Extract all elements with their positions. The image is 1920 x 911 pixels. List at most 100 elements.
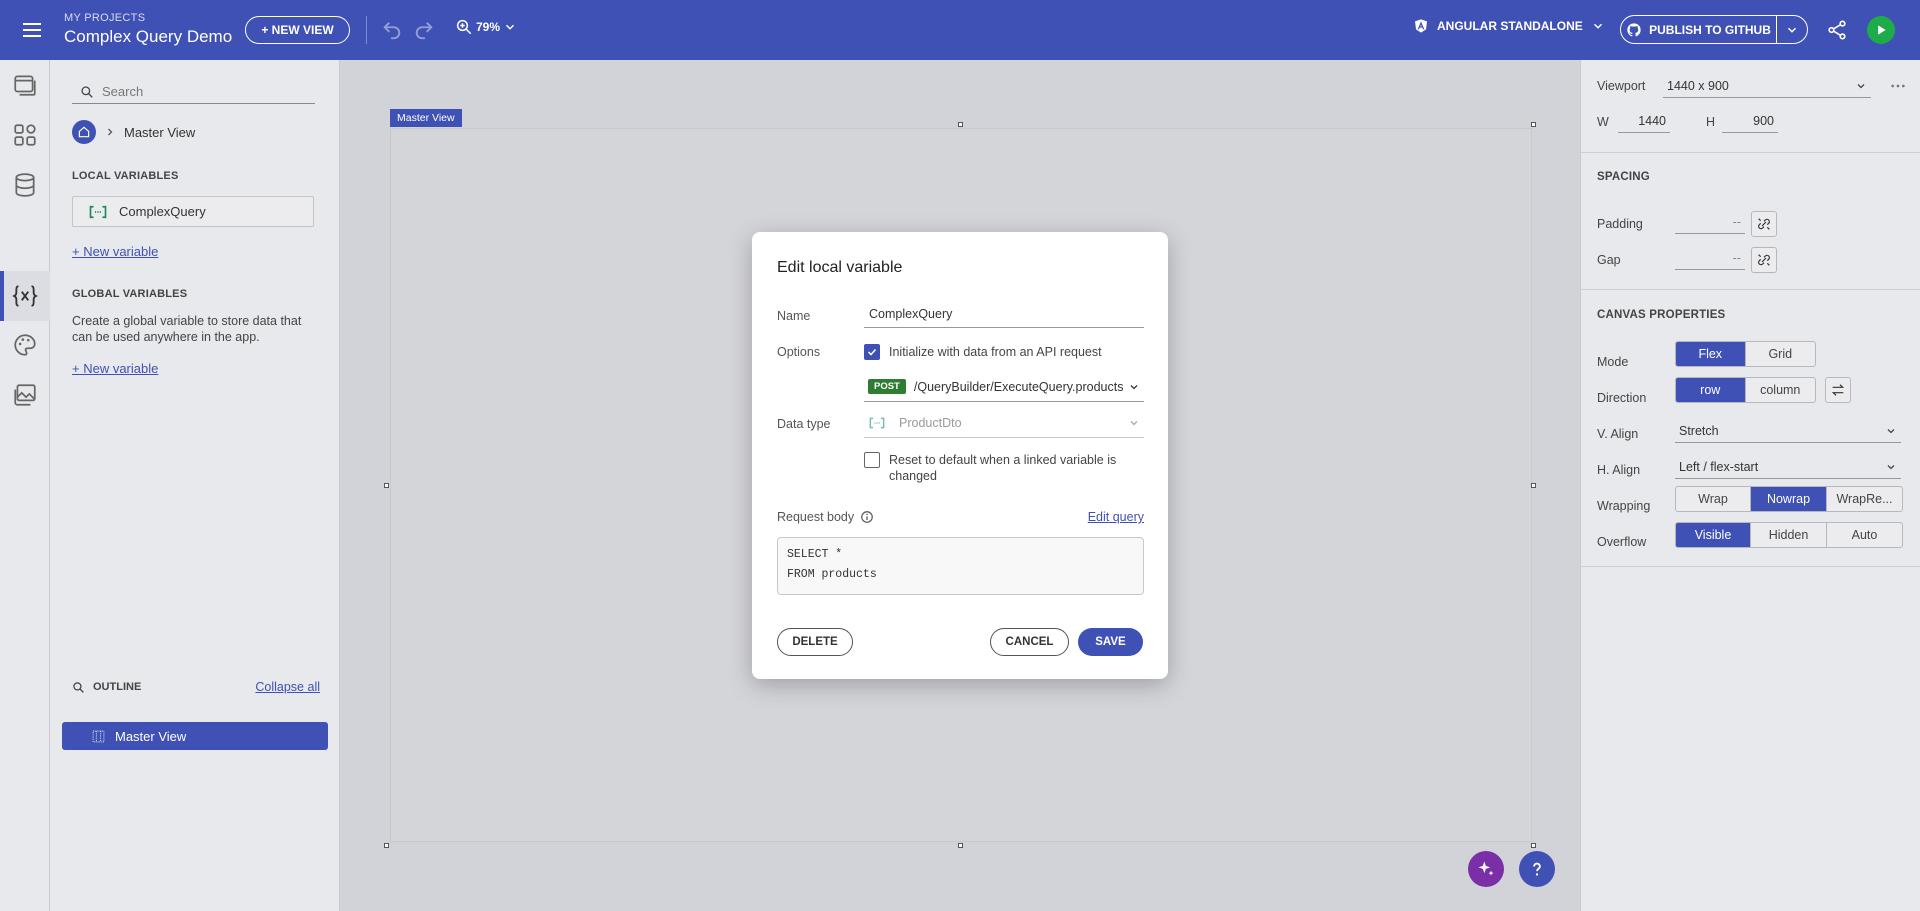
resize-handle[interactable] [384, 483, 389, 488]
framework-label: ANGULAR STANDALONE [1437, 19, 1583, 33]
layout-grid-icon [92, 730, 105, 742]
halign-value: Left / flex-start [1679, 459, 1759, 474]
resize-handle[interactable] [1531, 122, 1536, 127]
padding-input[interactable]: -- [1675, 212, 1745, 234]
outline-item-label: Master View [115, 728, 187, 744]
resize-handle[interactable] [1531, 483, 1536, 488]
edit-query-link[interactable]: Edit query [1088, 510, 1144, 524]
database-icon[interactable] [12, 172, 38, 198]
home-icon [78, 126, 90, 138]
unlink-icon [1758, 218, 1770, 230]
halign-select[interactable]: Left / flex-start [1675, 455, 1901, 479]
info-icon[interactable] [860, 510, 874, 524]
zoom-control[interactable]: 79% [455, 18, 517, 36]
reset-default-label: Reset to default when a linked variable … [889, 453, 1117, 483]
search-icon[interactable] [72, 681, 85, 694]
run-button[interactable] [1867, 16, 1895, 44]
mode-option-flex[interactable]: Flex [1676, 342, 1746, 366]
help-button[interactable] [1519, 851, 1555, 887]
wrapping-option-nowrap[interactable]: Nowrap [1751, 487, 1827, 511]
breadcrumb-current[interactable]: Master View [124, 125, 195, 140]
init-api-checkbox[interactable] [864, 344, 880, 360]
more-options-icon[interactable] [1890, 80, 1906, 92]
new-local-variable-link[interactable]: + New variable [72, 244, 158, 259]
chevron-right-icon [108, 128, 113, 136]
sparkle-icon [1478, 861, 1494, 876]
publish-options-button[interactable] [1777, 16, 1807, 43]
publish-label: PUBLISH TO GITHUB [1649, 22, 1771, 37]
components-icon[interactable] [12, 122, 38, 148]
artboard-tag[interactable]: Master View [390, 109, 462, 127]
variables-icon[interactable] [12, 283, 38, 309]
halign-label: H. Align [1597, 463, 1641, 477]
local-variable-item[interactable]: ComplexQuery [72, 196, 314, 227]
collapse-all-link[interactable]: Collapse all [255, 680, 320, 694]
wrapping-option-wrapreverse[interactable]: WrapRe... [1827, 487, 1902, 511]
wrapping-toggle: Wrap Nowrap WrapRe... [1675, 486, 1903, 512]
chevron-down-icon [1593, 23, 1602, 29]
direction-option-row[interactable]: row [1676, 378, 1746, 402]
resize-handle[interactable] [958, 122, 963, 127]
mode-option-grid[interactable]: Grid [1746, 342, 1816, 366]
left-panel: Search Master View LOCAL VARIABLES Compl… [50, 60, 340, 911]
init-api-label: Initialize with data from an API request [889, 345, 1102, 359]
undo-icon[interactable] [381, 19, 403, 41]
direction-option-column[interactable]: column [1746, 378, 1816, 402]
unlink-icon [1758, 254, 1770, 266]
data-type-select: ProductDto [864, 408, 1144, 438]
top-bar: MY PROJECTS Complex Query Demo + NEW VIE… [0, 0, 1920, 60]
chevron-down-icon [1130, 384, 1138, 389]
height-input[interactable]: 900 [1722, 111, 1778, 133]
angular-icon [1415, 19, 1427, 33]
cancel-button[interactable]: CANCEL [990, 628, 1069, 656]
valign-select[interactable]: Stretch [1675, 419, 1901, 443]
new-global-variable-link[interactable]: + New variable [72, 361, 158, 376]
ai-assistant-button[interactable] [1468, 851, 1504, 887]
outline-header: OUTLINE Collapse all [72, 680, 320, 694]
overflow-option-visible[interactable]: Visible [1676, 523, 1751, 547]
menu-icon[interactable] [20, 18, 44, 42]
project-label[interactable]: MY PROJECTS [64, 12, 145, 24]
publish-button[interactable]: PUBLISH TO GITHUB [1621, 16, 1777, 43]
code-line: SELECT * [787, 548, 843, 561]
resize-handle[interactable] [384, 843, 389, 848]
viewport-label: Viewport [1597, 79, 1646, 93]
views-icon[interactable] [12, 72, 38, 98]
init-api-option[interactable]: Initialize with data from an API request [864, 344, 1102, 360]
overflow-option-hidden[interactable]: Hidden [1751, 523, 1827, 547]
width-input[interactable]: 1440 [1618, 111, 1670, 133]
resize-handle[interactable] [958, 843, 963, 848]
resize-handle[interactable] [1531, 843, 1536, 848]
assets-images-icon[interactable] [12, 382, 38, 408]
share-icon[interactable] [1826, 19, 1848, 41]
gap-input[interactable]: -- [1675, 248, 1745, 270]
endpoint-select[interactable]: POST /QueryBuilder/ExecuteQuery.products [864, 372, 1144, 402]
wrapping-option-wrap[interactable]: Wrap [1676, 487, 1751, 511]
name-label: Name [777, 309, 811, 323]
new-view-button[interactable]: + NEW VIEW [245, 16, 350, 44]
request-body-code[interactable]: SELECT * FROM products [777, 537, 1144, 595]
theme-palette-icon[interactable] [12, 332, 38, 358]
home-button[interactable] [72, 120, 96, 144]
search-input[interactable]: Search [72, 80, 315, 104]
search-placeholder: Search [102, 84, 144, 99]
overflow-label: Overflow [1597, 535, 1647, 549]
reset-default-option[interactable]: Reset to default when a linked variable … [864, 452, 1144, 484]
name-input[interactable]: ComplexQuery [864, 300, 1144, 328]
save-button[interactable]: SAVE [1078, 628, 1143, 656]
mode-label: Mode [1597, 355, 1629, 369]
array-icon [89, 205, 107, 218]
toolbar-divider [366, 16, 367, 44]
overflow-option-auto[interactable]: Auto [1827, 523, 1902, 547]
reverse-direction-button[interactable] [1825, 377, 1851, 403]
gap-link-button[interactable] [1751, 247, 1777, 273]
delete-button[interactable]: DELETE [777, 628, 853, 656]
chevron-down-icon [1887, 428, 1895, 433]
outline-item-master-view[interactable]: Master View [62, 722, 328, 750]
viewport-select[interactable]: 1440 x 900 [1663, 74, 1871, 98]
reset-default-checkbox[interactable] [864, 452, 880, 468]
redo-icon[interactable] [413, 19, 435, 41]
project-title[interactable]: Complex Query Demo [64, 27, 232, 47]
framework-selector[interactable]: ANGULAR STANDALONE [1413, 18, 1605, 34]
padding-link-button[interactable] [1751, 211, 1777, 237]
